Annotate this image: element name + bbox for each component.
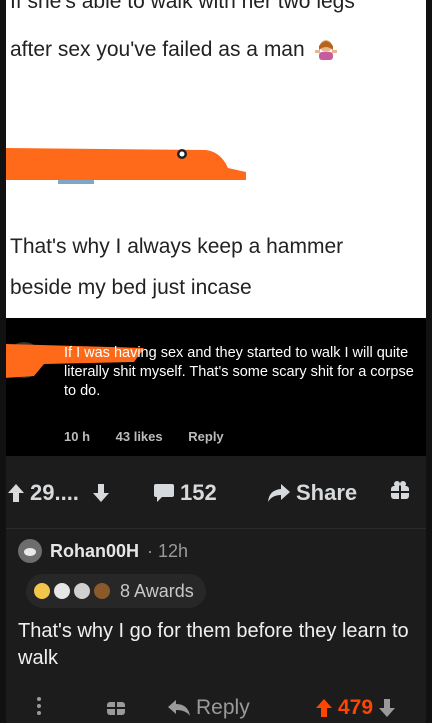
comment-meta: 10 h 43 likes Reply <box>64 429 246 444</box>
upvote-icon[interactable] <box>8 484 24 502</box>
downvote-icon[interactable] <box>379 699 396 717</box>
instagram-comment-card: If I was having sex and they started to … <box>6 318 426 456</box>
comments-button[interactable]: 152 <box>154 480 217 506</box>
post-text-line-1: If she's able to walk with her two legs <box>10 0 355 13</box>
user-avatar[interactable] <box>18 539 42 563</box>
upvote-active-icon[interactable] <box>316 699 332 717</box>
post-text-line-2-text: after sex you've failed as a man <box>10 38 305 61</box>
comment-user-row: Rohan00H · 12h <box>18 539 188 563</box>
comment-reply-button[interactable]: Reply <box>188 429 223 444</box>
awards-count: 8 Awards <box>120 580 194 601</box>
share-button[interactable]: Share <box>268 480 357 506</box>
more-options-icon[interactable] <box>36 696 42 716</box>
comment-action-bar: Reply 479 <box>6 692 426 723</box>
reddit-section: 29.... 152 Share Rohan00H · 12h 8 Awards… <box>6 456 426 723</box>
award-button[interactable] <box>390 480 410 500</box>
downvote-icon[interactable] <box>92 484 109 502</box>
post-image: If she's able to walk with her two legs … <box>6 0 426 318</box>
divider <box>6 528 426 529</box>
wholesome-award-icon <box>34 583 50 599</box>
awards-pill[interactable]: 8 Awards <box>26 574 206 608</box>
comment-timestamp: · 12h <box>147 540 189 561</box>
woman-shrugging-emoji-icon <box>314 40 337 60</box>
comment-likes[interactable]: 43 likes <box>116 429 163 444</box>
upvote-count: 29.... <box>30 480 79 505</box>
post-text-line-2: after sex you've failed as a man <box>10 38 337 62</box>
comment-username[interactable]: Rohan00H <box>50 541 139 562</box>
comment-score: 479 <box>338 696 374 719</box>
comment-vote-group: 479 <box>316 696 396 720</box>
s-award-icon <box>74 583 90 599</box>
vote-group: 29.... <box>8 480 109 506</box>
gift-icon <box>391 481 409 499</box>
reply-button[interactable]: Reply <box>168 696 250 720</box>
comment-text: If I was having sex and they started to … <box>64 345 414 399</box>
post-text-line-4: beside my bed just incase <box>10 276 252 299</box>
poop-award-icon <box>94 583 110 599</box>
comment-time: 10 h <box>64 429 91 444</box>
reply-label: Reply <box>196 696 250 719</box>
post-action-bar: 29.... 152 Share <box>6 456 426 526</box>
comment-bubble-icon <box>154 484 174 502</box>
share-arrow-icon <box>268 484 290 502</box>
screenshot-frame: If she's able to walk with her two legs … <box>6 0 426 723</box>
comments-count: 152 <box>180 480 217 505</box>
reply-arrow-icon <box>168 700 190 716</box>
give-award-icon[interactable] <box>106 696 126 716</box>
redaction-scribble <box>6 148 246 184</box>
reddit-comment-text: That's why I go for them before they lea… <box>18 620 409 669</box>
post-text-line-3: That's why I always keep a hammer <box>10 235 344 258</box>
silver-award-icon <box>54 583 70 599</box>
share-label: Share <box>296 480 358 505</box>
